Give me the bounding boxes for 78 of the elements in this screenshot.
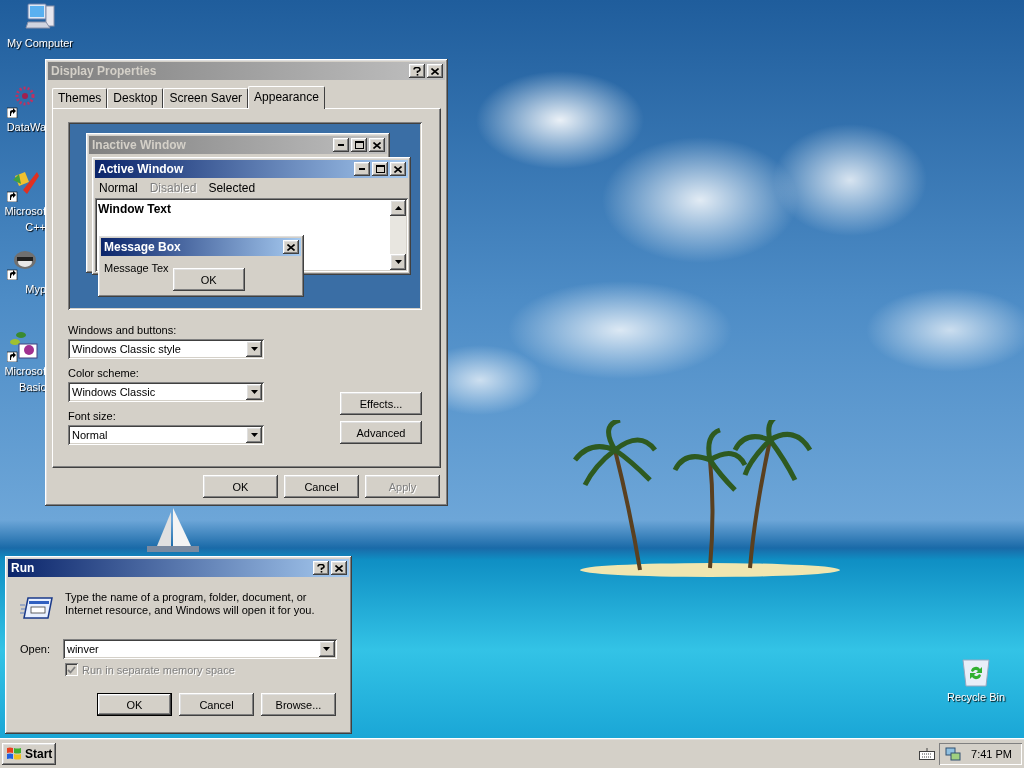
maximize-button[interactable] bbox=[372, 162, 388, 176]
tab[interactable]: Appearance bbox=[248, 86, 325, 109]
checkbox-label: Run in separate memory space bbox=[82, 663, 235, 676]
window-text: Window Text bbox=[97, 201, 172, 218]
dropdown-arrow-icon bbox=[250, 390, 258, 394]
window-title: Inactive Window bbox=[92, 138, 187, 152]
dialog-button[interactable]: Cancel bbox=[179, 693, 254, 716]
dialog-button[interactable]: OK bbox=[97, 693, 172, 716]
tab[interactable]: Desktop bbox=[107, 88, 164, 108]
dropdown[interactable]: Normal bbox=[68, 425, 264, 445]
field-label: Color scheme: bbox=[68, 367, 140, 379]
field-label: Windows and buttons: bbox=[68, 324, 178, 336]
icon-label: C++ bbox=[25, 221, 46, 234]
minimize-button[interactable] bbox=[354, 162, 370, 176]
field-label: Open: bbox=[20, 643, 50, 655]
window-title: Message Box bbox=[104, 240, 182, 254]
dropdown[interactable]: Windows Classic style bbox=[68, 339, 264, 359]
network-icon[interactable] bbox=[945, 745, 962, 762]
close-button[interactable] bbox=[390, 162, 406, 176]
window-title: Active Window bbox=[98, 162, 185, 176]
minimize-icon bbox=[359, 168, 365, 170]
help-button[interactable] bbox=[409, 64, 425, 78]
help-icon bbox=[413, 66, 421, 76]
close-button[interactable] bbox=[331, 561, 347, 575]
up-arrow-icon bbox=[394, 206, 402, 210]
icon-label: DataWa bbox=[6, 121, 46, 134]
shortcut-icon[interactable] bbox=[7, 170, 39, 202]
field-label: Font size: bbox=[68, 410, 117, 422]
dialog-button[interactable]: Advanced bbox=[340, 421, 422, 444]
icon-label: Microsof bbox=[4, 365, 46, 378]
ok-button[interactable]: OK bbox=[172, 268, 245, 291]
dropdown-arrow-icon bbox=[394, 260, 402, 264]
start-button[interactable]: Start bbox=[2, 742, 57, 765]
open-combo-field[interactable]: winver bbox=[62, 639, 337, 659]
close-icon bbox=[431, 67, 439, 75]
keyboard-icon[interactable] bbox=[919, 747, 936, 760]
run-icon bbox=[20, 595, 54, 621]
maximize-button[interactable] bbox=[351, 138, 367, 152]
help-button[interactable] bbox=[313, 561, 329, 575]
close-icon bbox=[394, 165, 402, 173]
close-icon bbox=[335, 564, 343, 572]
dialog-button[interactable]: OK bbox=[203, 475, 278, 498]
icon-label: My Computer bbox=[7, 37, 73, 50]
dropdown-arrow-icon bbox=[250, 347, 258, 351]
tab[interactable]: Screen Saver bbox=[163, 88, 249, 108]
close-icon bbox=[287, 243, 295, 251]
menu-item[interactable]: Selected bbox=[208, 181, 256, 195]
minimize-icon bbox=[338, 144, 344, 146]
minimize-button[interactable] bbox=[333, 138, 349, 152]
dropdown[interactable]: Windows Classic bbox=[68, 382, 264, 402]
maximize-icon bbox=[375, 165, 385, 173]
dialog-button[interactable]: Cancel bbox=[284, 475, 359, 498]
maximize-icon bbox=[354, 141, 364, 149]
icon-label: Myp bbox=[25, 283, 46, 296]
tab[interactable]: Themes bbox=[52, 88, 108, 108]
shortcut-icon[interactable] bbox=[7, 330, 39, 362]
help-icon bbox=[317, 563, 325, 573]
window-title: Display Properties bbox=[51, 64, 158, 78]
icon-label: Microsof bbox=[4, 205, 46, 218]
clock: 7:41 PM bbox=[971, 747, 1012, 760]
menu-item[interactable]: Normal bbox=[99, 181, 138, 195]
icon-label: Basic bbox=[19, 381, 46, 394]
message-text: Message Tex bbox=[104, 261, 169, 274]
dialog-button[interactable]: Effects... bbox=[340, 392, 422, 415]
dropdown-arrow-icon bbox=[250, 433, 258, 437]
windows-logo-icon bbox=[6, 746, 22, 761]
scroll-up-button[interactable] bbox=[390, 200, 406, 216]
close-button[interactable] bbox=[369, 138, 385, 152]
prompt-text: Type the name of a program, folder, document, or Internet resource, and Windows will open it for you. bbox=[65, 591, 316, 617]
close-icon bbox=[373, 141, 381, 149]
window-title: Run bbox=[11, 561, 36, 575]
dropdown-arrow-icon bbox=[323, 647, 331, 651]
close-button[interactable] bbox=[283, 240, 299, 254]
close-button[interactable] bbox=[427, 64, 443, 78]
icon-label: Recycle Bin bbox=[946, 691, 1006, 704]
scroll-down-button[interactable] bbox=[390, 254, 406, 270]
shortcut-icon[interactable] bbox=[7, 248, 39, 280]
dialog-button[interactable]: Browse... bbox=[261, 693, 336, 716]
